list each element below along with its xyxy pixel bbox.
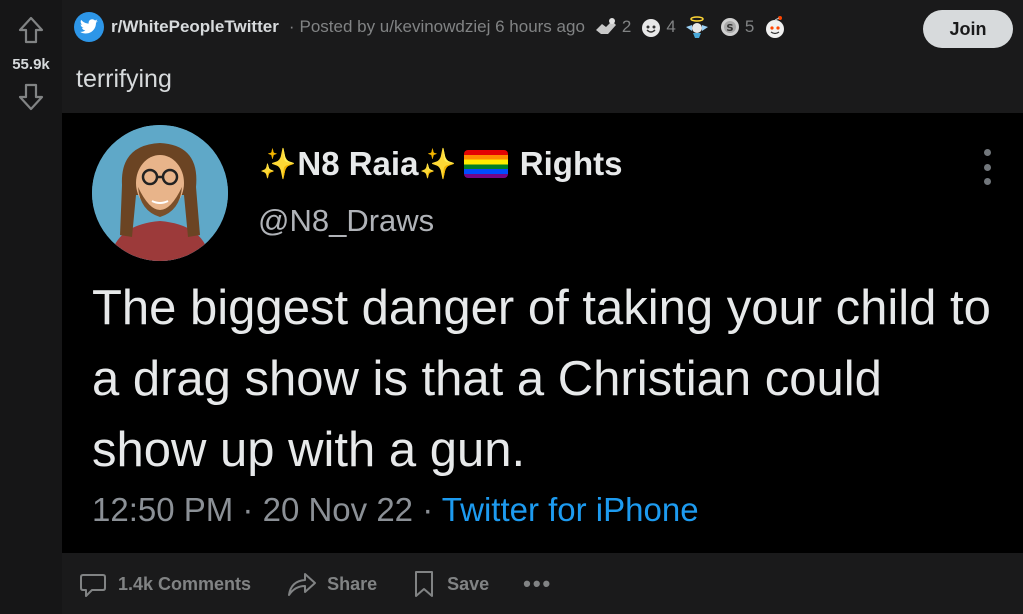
vote-column: 55.9k (0, 0, 62, 614)
silver-award-icon: S (720, 18, 739, 36)
sparkles-icon: ✨ (259, 147, 297, 181)
tweet-more-icon (981, 149, 993, 185)
tweet-source: Twitter for iPhone (441, 491, 699, 528)
upvote-button[interactable] (15, 14, 47, 46)
subreddit-name[interactable]: r/WhitePeopleTwitter (111, 17, 279, 37)
downvote-button[interactable] (15, 81, 47, 113)
share-icon (288, 573, 317, 596)
award-count: 5 (744, 17, 755, 36)
save-button[interactable]: Save (411, 569, 489, 599)
svg-text:S: S (726, 23, 733, 34)
tweet-time: 12:50 PM (92, 491, 234, 528)
upvote-icon (18, 16, 44, 44)
tweet-separator: · (242, 491, 254, 528)
angel-award-icon (685, 16, 708, 38)
snoo-award-icon (766, 16, 785, 38)
reddit-post: 55.9k r/WhitePeopleTwitter · Posted by u… (0, 0, 1023, 614)
post-actions: 1.4k Comments Share Save ••• (78, 563, 586, 605)
sparkles-icon: ✨ (419, 147, 457, 181)
more-options-button[interactable]: ••• (523, 571, 552, 597)
award-snoo[interactable] (762, 14, 788, 40)
tweet-name-part1: N8 Raia (297, 145, 419, 182)
tweet-meta: 12:50 PM · 20 Nov 22 · Twitter for iPhon… (92, 491, 699, 529)
award-wholesome[interactable]: 4 (639, 16, 676, 38)
tweet-screenshot[interactable]: ✨ N8 Raia ✨ Rights @N8_Draws The biggest… (62, 113, 1023, 553)
tweet-separator: · (422, 491, 434, 528)
award-angel[interactable] (684, 15, 710, 39)
share-label: Share (327, 573, 378, 594)
join-button[interactable]: Join (923, 10, 1013, 48)
tweet-date: 20 Nov 22 (262, 491, 414, 528)
helpful-award-icon (595, 18, 616, 34)
post-title[interactable]: terrifying (76, 65, 172, 94)
award-silver[interactable]: S 5 (718, 16, 754, 38)
tweet-name-part2: Rights (519, 145, 623, 182)
post-header: r/WhitePeopleTwitter · Posted by u/kevin… (74, 12, 788, 42)
award-count: 4 (666, 17, 676, 36)
award-count: 2 (621, 17, 632, 36)
downvote-icon (18, 83, 44, 111)
vote-score: 55.9k (12, 56, 50, 73)
header-separator: · (288, 17, 295, 36)
wholesome-award-icon (642, 19, 661, 37)
save-label: Save (447, 573, 490, 594)
avatar (92, 125, 228, 261)
tweet-handle: @N8_Draws (258, 203, 435, 238)
comment-icon (80, 574, 106, 597)
post-time: 6 hours ago (495, 17, 585, 36)
comments-button[interactable]: 1.4k Comments (78, 569, 251, 599)
subreddit-icon[interactable] (74, 12, 104, 42)
bookmark-icon (415, 571, 434, 597)
comments-label: 1.4k Comments (118, 573, 252, 594)
tweet-display-name: ✨ N8 Raia ✨ Rights (258, 145, 622, 183)
rainbow-flag-icon (463, 150, 508, 178)
posted-by[interactable]: Posted by u/kevinowdziej (299, 17, 490, 37)
award-helpful[interactable]: 2 (593, 16, 631, 38)
share-button[interactable]: Share (285, 569, 377, 599)
tweet-text: The biggest danger of taking your child … (92, 281, 991, 477)
